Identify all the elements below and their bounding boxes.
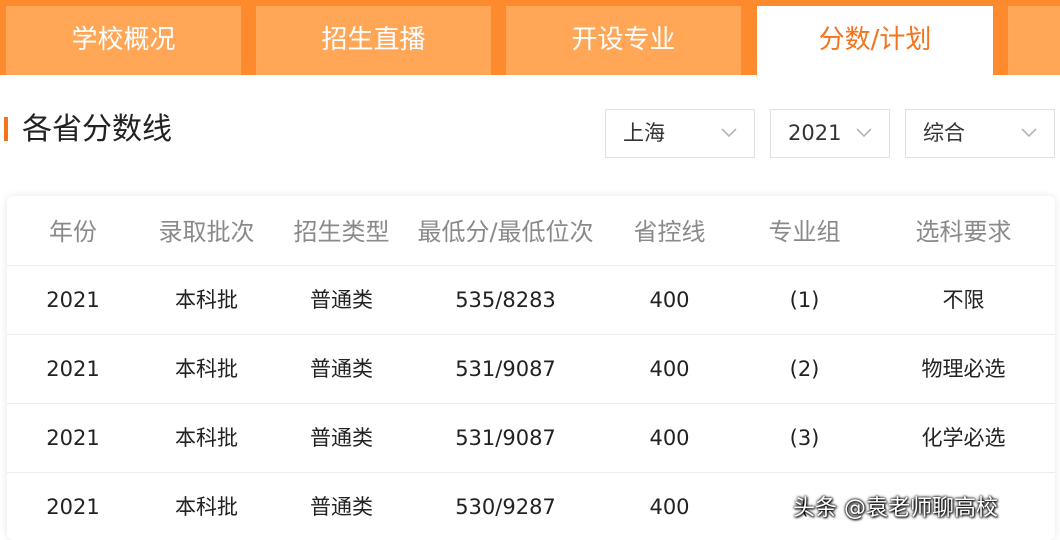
cell-major-group: (3)	[789, 426, 820, 450]
cell-batch: 本科批	[175, 357, 238, 381]
chevron-down-icon	[1021, 128, 1037, 138]
top-tab-bar: 学校概况 招生直播 开设专业 分数/计划	[0, 0, 1060, 75]
cell-year: 2021	[46, 288, 100, 312]
tab-majors[interactable]: 开设专业	[506, 6, 741, 75]
header-type: 招生类型	[293, 218, 390, 246]
province-select-value: 上海	[623, 121, 665, 145]
tab-school-overview[interactable]: 学校概况	[6, 6, 241, 75]
tab-scores-plans[interactable]: 分数/计划	[757, 6, 993, 75]
chevron-down-icon	[721, 128, 737, 138]
year-select[interactable]: 2021	[770, 109, 890, 158]
cell-type: 普通类	[310, 357, 373, 381]
table-header-row: 年份 录取批次 招生类型 最低分/最低位次 省控线 专业组 选科要求	[7, 196, 1055, 266]
cell-min-score-rank: 531/9087	[455, 357, 556, 381]
cell-year: 2021	[46, 426, 100, 450]
section-title: 各省分数线	[22, 112, 172, 147]
cell-year: 2021	[46, 495, 100, 519]
cell-major-group: (2)	[789, 357, 820, 381]
cell-batch: 本科批	[175, 426, 238, 450]
score-table: 年份 录取批次 招生类型 最低分/最低位次 省控线 专业组 选科要求 2021 …	[7, 196, 1055, 540]
header-control-line: 省控线	[633, 218, 706, 246]
table-row: 2021 本科批 普通类 535/8283 400 (1) 不限	[7, 266, 1055, 335]
header-min-score-rank: 最低分/最低位次	[417, 218, 594, 246]
watermark: 头条 @袁老师聊高校	[793, 496, 998, 521]
cell-min-score-rank: 531/9087	[455, 426, 556, 450]
cell-major-group: (1)	[789, 288, 820, 312]
category-select-value: 综合	[923, 121, 965, 145]
cell-subject-requirement: 物理必选	[921, 357, 1006, 381]
section-accent-bar	[4, 117, 8, 141]
category-select[interactable]: 综合	[905, 109, 1055, 158]
cell-control-line: 400	[649, 495, 690, 519]
cell-type: 普通类	[310, 426, 373, 450]
cell-min-score-rank: 535/8283	[455, 288, 556, 312]
cell-batch: 本科批	[175, 495, 238, 519]
cell-year: 2021	[46, 357, 100, 381]
tab-admission-live[interactable]: 招生直播	[256, 6, 491, 75]
cell-batch: 本科批	[175, 288, 238, 312]
cell-min-score-rank: 530/9287	[455, 495, 556, 519]
chevron-down-icon	[856, 128, 872, 138]
header-subject-requirement: 选科要求	[915, 218, 1012, 246]
header-batch: 录取批次	[158, 218, 255, 246]
cell-type: 普通类	[310, 288, 373, 312]
province-select[interactable]: 上海	[605, 109, 755, 158]
cell-control-line: 400	[649, 426, 690, 450]
year-select-value: 2021	[788, 121, 842, 145]
cell-subject-requirement: 不限	[942, 288, 985, 312]
header-major-group: 专业组	[768, 218, 841, 246]
cell-control-line: 400	[649, 357, 690, 381]
table-row: 2021 本科批 普通类 531/9087 400 (2) 物理必选	[7, 335, 1055, 404]
table-row: 2021 本科批 普通类 531/9087 400 (3) 化学必选	[7, 404, 1055, 473]
cell-subject-requirement: 化学必选	[921, 426, 1006, 450]
tab-more[interactable]	[1008, 6, 1060, 75]
header-year: 年份	[49, 218, 97, 246]
cell-type: 普通类	[310, 495, 373, 519]
cell-control-line: 400	[649, 288, 690, 312]
